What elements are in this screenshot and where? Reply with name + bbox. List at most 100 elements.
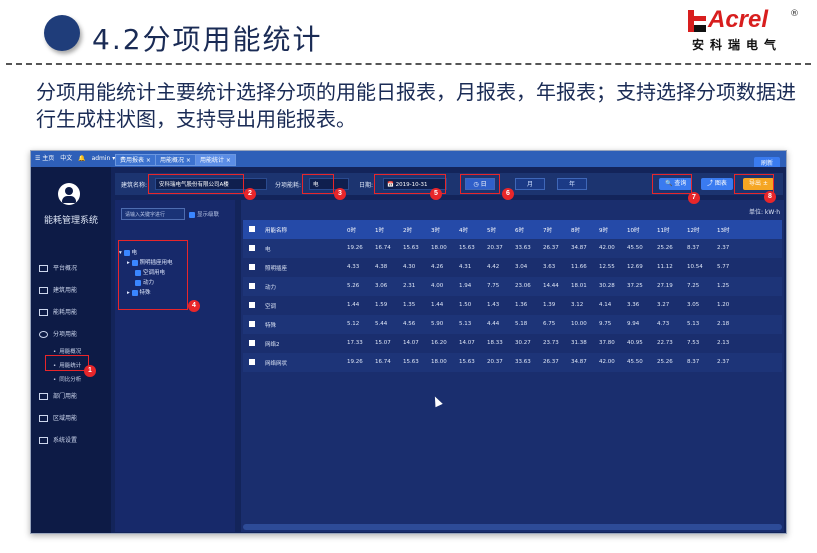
submenu-overview[interactable]: 用能概况 (53, 347, 81, 355)
table-row[interactable]: 空调 1.44 1.59 1.35 1.44 1.50 1.43 1.36 1.39 3.12 4.… (243, 296, 782, 315)
slide: 4.2分项用能统计 Acrel ® 安科瑞电气 分项用能统计主要统计选择分项的用… (0, 0, 817, 553)
segment-year[interactable]: 年 (557, 178, 587, 190)
table-cell: 33.63 (515, 359, 531, 365)
table-cell: 1.36 (515, 302, 528, 308)
table-cell: 2.18 (717, 321, 730, 327)
select-all-checkbox[interactable] (249, 226, 255, 232)
tab-energy-stats[interactable]: 用能统计 × (195, 154, 236, 166)
tab-energy-overview[interactable]: 用能概况 × (155, 154, 196, 166)
row-checkbox[interactable] (249, 302, 255, 308)
horizontal-scrollbar[interactable] (243, 524, 782, 530)
column-header: 0时 (347, 228, 356, 234)
table-cell: 15.07 (375, 340, 391, 346)
table-cell: 1.25 (717, 283, 730, 289)
table-cell: 30.27 (515, 340, 531, 346)
column-header: 用能名称 (265, 228, 288, 234)
tab-fee-report[interactable]: 费用报表 × (115, 154, 156, 166)
table-cell: 2.37 (717, 359, 730, 365)
table-cell: 42.00 (599, 245, 615, 251)
home-link[interactable]: ☰ 主页 (35, 155, 54, 162)
submenu-yoy[interactable]: 同比分析 (53, 375, 81, 383)
table-cell: 22.73 (657, 340, 673, 346)
table-cell: 37.25 (627, 283, 643, 289)
row-checkbox[interactable] (249, 245, 255, 251)
table-cell: 6.75 (543, 321, 556, 327)
column-header: 9时 (599, 228, 608, 234)
table-row[interactable]: 照明插座 4.33 4.38 4.30 4.26 4.31 4.42 3.04 3.63 11.6… (243, 258, 782, 277)
area-icon (39, 415, 48, 422)
bell-icon[interactable]: 🔔 (78, 155, 85, 162)
column-header: 7时 (543, 228, 552, 234)
sidebar-item-settings[interactable]: 系统设置 (39, 435, 77, 444)
column-header: 6时 (515, 228, 524, 234)
table-cell: 11.12 (657, 264, 673, 270)
sidebar-item-subitem[interactable]: 分项用能 (39, 329, 77, 338)
badge-1: 1 (84, 365, 96, 377)
expand-checkbox[interactable]: 显示级联 (189, 210, 219, 218)
table-cell: 2.13 (717, 340, 730, 346)
tree-search-input[interactable]: 请输入关键字进行 (121, 208, 185, 220)
chart-button[interactable]: ⤴ 图表 (701, 178, 733, 190)
table-cell: 34.87 (571, 245, 587, 251)
row-checkbox[interactable] (249, 359, 255, 365)
table-cell: 16.74 (375, 359, 391, 365)
monitor-icon (39, 265, 48, 272)
sidebar-item-department[interactable]: 部门用能 (39, 391, 77, 400)
table-cell: 空调 (265, 304, 277, 310)
sidebar-item-area[interactable]: 区域用能 (39, 413, 77, 422)
highlight-box-4 (118, 240, 188, 310)
table-cell: 10.54 (687, 264, 703, 270)
building-label: 建筑名称: (121, 182, 148, 189)
row-checkbox[interactable] (249, 264, 255, 270)
table-row[interactable]: 电 19.26 16.74 15.63 18.00 15.63 20.37 33.63 26.3… (243, 239, 782, 258)
user-menu[interactable]: admin ▾ (92, 155, 116, 162)
table-cell: 23.06 (515, 283, 531, 289)
highlight-box-3 (302, 174, 334, 194)
table-cell: 5.90 (431, 321, 444, 327)
table-cell: 动力 (265, 285, 277, 291)
highlight-box-6 (460, 174, 500, 194)
table-cell: 15.63 (459, 245, 475, 251)
table-cell: 20.37 (487, 245, 503, 251)
table-cell: 27.19 (657, 283, 673, 289)
table-cell: 4.33 (347, 264, 360, 270)
table-cell: 15.63 (403, 245, 419, 251)
column-header: 1时 (375, 228, 384, 234)
badge-7: 7 (688, 192, 700, 204)
table-cell: 45.50 (627, 245, 643, 251)
slide-description: 分项用能统计主要统计选择分项的用能日报表，月报表，年报表；支持选择分项数据进行生… (36, 80, 796, 131)
lang-switch[interactable]: 中文 (60, 155, 72, 162)
table-cell: 19.26 (347, 245, 363, 251)
table-cell: 1.43 (487, 302, 500, 308)
sidebar-item-consumption[interactable]: 能耗用能 (39, 307, 77, 316)
badge-5: 5 (430, 188, 442, 200)
table-cell: 网络2 (265, 342, 280, 348)
app-topbar: ☰ 主页 中文 🔔 admin ▾ 费用报表 × 用能概况 × 用能统计 × (31, 151, 786, 167)
table-cell: 特殊 (265, 323, 277, 329)
row-checkbox[interactable] (249, 340, 255, 346)
table-cell: 1.20 (717, 302, 730, 308)
row-checkbox[interactable] (249, 321, 255, 327)
table-cell: 4.14 (599, 302, 612, 308)
table-cell: 17.33 (347, 340, 363, 346)
table-row[interactable]: 动力 5.26 3.06 2.31 4.00 1.94 7.75 23.06 14.44 18.0… (243, 277, 782, 296)
table-cell: 14.07 (459, 340, 475, 346)
table-row[interactable]: 网络2 17.33 15.07 14.07 16.20 14.07 18.33 30.27 23… (243, 334, 782, 353)
sidebar-item-building[interactable]: 建筑用能 (39, 285, 77, 294)
table-cell: 11.66 (571, 264, 587, 270)
table-cell: 电 (265, 247, 271, 253)
table-cell: 8.37 (687, 245, 700, 251)
row-checkbox[interactable] (249, 283, 255, 289)
badge-4: 4 (188, 300, 200, 312)
table-cell: 14.44 (543, 283, 559, 289)
table-cell: 34.87 (571, 359, 587, 365)
table-cell: 2.31 (403, 283, 416, 289)
table-row[interactable]: 网络网状 19.26 16.74 15.63 18.00 15.63 20.37 33.63 2… (243, 353, 782, 372)
table-cell: 5.13 (459, 321, 472, 327)
table-cell: 4.38 (375, 264, 388, 270)
sidebar-item-platform[interactable]: 平台概况 (39, 263, 77, 272)
table-cell: 19.26 (347, 359, 363, 365)
table-row[interactable]: 特殊 5.12 5.44 4.56 5.90 5.13 4.44 5.18 6.75 10.00 9… (243, 315, 782, 334)
segment-month[interactable]: 月 (515, 178, 545, 190)
table-cell: 5.26 (347, 283, 360, 289)
